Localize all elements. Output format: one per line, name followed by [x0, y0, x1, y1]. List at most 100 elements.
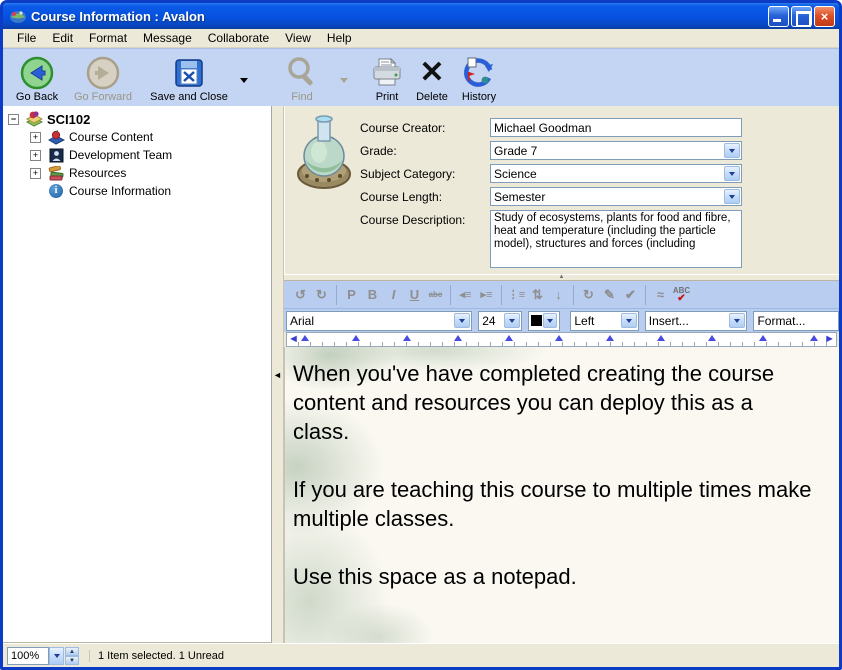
close-button[interactable]: ×	[814, 6, 835, 27]
spell-check-icon[interactable]: ABC ✔	[671, 285, 692, 305]
chevron-down-icon[interactable]	[504, 313, 520, 328]
go-forward-button[interactable]: Go Forward	[65, 51, 141, 104]
print-button[interactable]: Print	[365, 51, 409, 104]
tree-expand-toggle[interactable]: +	[30, 132, 41, 143]
spin-down-icon[interactable]: ▼	[65, 656, 79, 665]
zoom-control[interactable]: 100% ▲ ▼	[7, 647, 79, 665]
zoom-stepper[interactable]: ▲ ▼	[65, 647, 79, 665]
find-button[interactable]: Find	[267, 51, 337, 104]
zoom-value[interactable]: 100%	[7, 647, 49, 665]
alignment-select[interactable]: Left	[570, 311, 638, 331]
fill-down-icon[interactable]: ↓	[548, 285, 569, 305]
tree-item-course-information[interactable]: i Course Information	[3, 182, 271, 200]
ruler-ticks	[301, 335, 818, 341]
outdent-icon[interactable]: ◂≡	[455, 285, 476, 305]
tree-item-label: Resources	[69, 166, 126, 180]
chevron-down-icon[interactable]	[49, 647, 64, 665]
italic-icon[interactable]: I	[383, 285, 404, 305]
tree-item-label: SCI102	[47, 112, 90, 127]
ruler[interactable]: ◄ ►	[286, 332, 837, 347]
paragraph-icon[interactable]: P	[341, 285, 362, 305]
subject-category-select[interactable]: Science	[490, 164, 742, 183]
tree-expand-toggle[interactable]: +	[30, 168, 41, 179]
delete-button[interactable]: ✕ Delete	[409, 51, 455, 104]
chevron-down-icon[interactable]	[543, 313, 557, 328]
format-toolbar: ↺ ↻ P B I U abc ◂≡ ▸≡ ⋮≡ ⇅ ↓ ↻ ✎ ✔	[284, 281, 839, 309]
chevron-down-icon[interactable]	[724, 166, 740, 181]
indent-icon[interactable]: ▸≡	[476, 285, 497, 305]
pencil-icon[interactable]: ✎	[599, 285, 620, 305]
chevron-down-icon[interactable]	[729, 313, 745, 328]
course-content-icon	[47, 129, 65, 145]
tree-item-course-content[interactable]: + Course Content	[3, 128, 271, 146]
menu-collaborate[interactable]: Collaborate	[200, 29, 277, 47]
chevron-down-icon[interactable]	[724, 189, 740, 204]
left-margin-marker[interactable]: ◄	[288, 333, 299, 346]
line-spacing-icon[interactable]: ⇅	[527, 285, 548, 305]
chevron-down-icon[interactable]	[724, 143, 740, 158]
go-back-button[interactable]: Go Back	[9, 51, 65, 104]
notepad-editor[interactable]: When you've have completed creating the …	[284, 347, 839, 643]
app-icon	[9, 8, 27, 24]
menu-edit[interactable]: Edit	[44, 29, 81, 47]
status-message: 1 Item selected. 1 Unread	[89, 650, 224, 662]
right-margin-marker[interactable]: ►	[824, 333, 835, 346]
tree-item-sci102[interactable]: − SCI102	[3, 110, 271, 128]
tree-expand-toggle[interactable]: +	[30, 150, 41, 161]
spin-up-icon[interactable]: ▲	[65, 647, 79, 656]
course-icon	[25, 111, 43, 127]
resources-icon	[47, 165, 65, 181]
undo-icon[interactable]: ↺	[290, 285, 311, 305]
grade-select[interactable]: Grade 7	[490, 141, 742, 160]
menu-view[interactable]: View	[277, 29, 319, 47]
chevron-down-icon[interactable]	[621, 313, 637, 328]
menu-file[interactable]: File	[9, 29, 44, 47]
maximize-button[interactable]	[791, 6, 812, 27]
underline-icon[interactable]: U	[404, 285, 425, 305]
font-family-select[interactable]: Arial	[286, 311, 472, 331]
tree-item-development-team[interactable]: + Development Team	[3, 146, 271, 164]
strikethrough-icon[interactable]: abc	[425, 285, 446, 305]
status-bar: 100% ▲ ▼ 1 Item selected. 1 Unread	[3, 643, 839, 667]
chevron-down-icon	[240, 78, 248, 83]
history-icon	[462, 55, 496, 91]
accept-edit-icon[interactable]: ✔	[620, 285, 641, 305]
rotate-icon[interactable]: ↻	[578, 285, 599, 305]
font-size-select[interactable]: 24	[478, 311, 522, 331]
chevron-down-icon[interactable]	[454, 313, 470, 328]
panel-splitter[interactable]: ◄	[272, 106, 284, 643]
minimize-button[interactable]	[768, 6, 789, 27]
science-flask-icon	[295, 114, 353, 190]
chevron-down-icon	[340, 78, 348, 83]
color-swatch	[531, 315, 542, 326]
editor-paragraph: Use this space as a notepad.	[293, 562, 815, 591]
find-options-dropdown[interactable]	[337, 60, 351, 100]
format-select[interactable]: Format...	[753, 311, 839, 331]
history-button[interactable]: History	[455, 51, 503, 104]
signature-icon[interactable]: ≈	[650, 285, 671, 305]
list-icon[interactable]: ⋮≡	[506, 285, 527, 305]
subject-category-label: Subject Category:	[360, 167, 455, 181]
tree-collapse-toggle[interactable]: −	[8, 114, 19, 125]
menu-message[interactable]: Message	[135, 29, 200, 47]
title-bar[interactable]: Course Information : Avalon ×	[3, 3, 839, 29]
course-length-select[interactable]: Semester	[490, 187, 742, 206]
collapse-up-icon: ▲	[559, 274, 565, 280]
bold-icon[interactable]: B	[362, 285, 383, 305]
menu-format[interactable]: Format	[81, 29, 135, 47]
tree-item-label: Course Content	[69, 130, 153, 144]
editor-splitter[interactable]: ▲	[284, 274, 839, 281]
print-icon	[371, 55, 403, 91]
save-options-dropdown[interactable]	[237, 60, 251, 100]
save-and-close-button[interactable]: Save and Close	[141, 51, 237, 104]
tree-item-resources[interactable]: + Resources	[3, 164, 271, 182]
insert-select[interactable]: Insert...	[645, 311, 748, 331]
course-creator-label: Course Creator:	[360, 121, 445, 135]
collapse-left-icon[interactable]: ◄	[273, 370, 282, 380]
font-color-select[interactable]	[528, 311, 560, 331]
course-creator-input[interactable]	[490, 118, 742, 137]
redo-icon[interactable]: ↻	[311, 285, 332, 305]
course-description-textarea[interactable]: Study of ecosystems, plants for food and…	[490, 210, 742, 268]
menu-help[interactable]: Help	[319, 29, 360, 47]
course-tree-panel: − SCI102 +	[3, 106, 272, 643]
